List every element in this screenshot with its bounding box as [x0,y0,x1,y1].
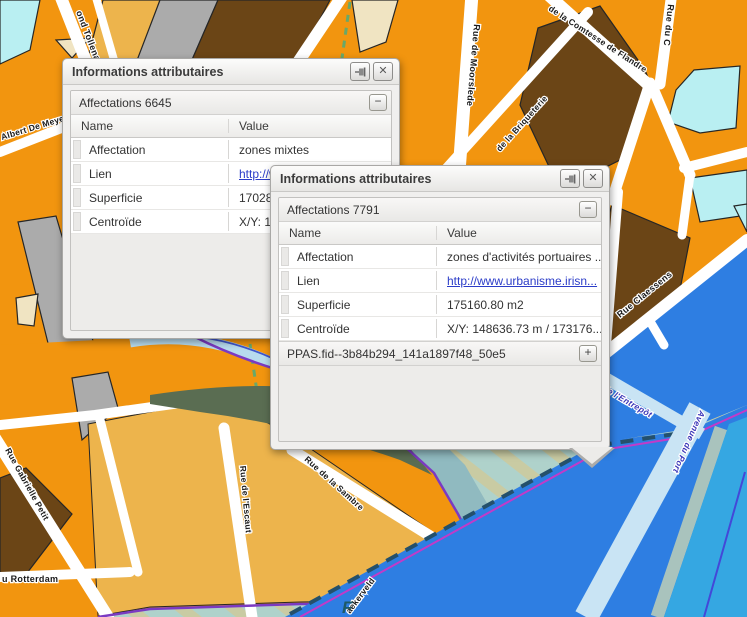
attr-value: 175160.80 m2 [437,298,601,312]
row-indicator [73,140,81,159]
table-row: Affectation zones mixtes [71,138,391,162]
pin-button[interactable] [350,62,370,81]
attr-name: Affectation [297,250,353,264]
row-indicator [73,164,81,183]
zone-beige [16,294,38,326]
attr-value: zones d'activités portuaires ... [437,250,601,264]
close-button[interactable]: ✕ [583,169,603,188]
pin-icon [354,66,366,78]
table-row: Centroïde X/Y: 148636.73 m / 173176... [279,317,601,341]
collapse-button[interactable]: − [579,201,597,218]
row-indicator [73,188,81,207]
accordion-header-ppas[interactable]: PPAS.fid--3b84b294_141a1897f48_50e5 + [279,341,601,366]
column-header-name: Name [279,226,437,240]
collapse-icon: − [374,94,381,108]
collapse-icon: − [584,201,591,215]
accordion-title: Affectations 7791 [287,203,380,217]
attributes-panel: Affectations 7791 − Name Value Affectati… [278,197,602,442]
attr-value-link[interactable]: http://www.urbanisme.irisn... [437,274,601,288]
accordion-title: Affectations 6645 [79,96,172,110]
collapse-button[interactable]: − [369,94,387,111]
close-icon: ✕ [588,173,597,184]
table-row: Affectation zones d'activités portuaires… [279,245,601,269]
column-header-name: Name [71,119,229,133]
place-label-partial: F [342,598,353,617]
table-header-row: Name Value [279,222,601,245]
attr-name: Lien [89,167,112,181]
window-title: Informations attributaires [72,65,347,79]
window-titlebar[interactable]: Informations attributaires ✕ [63,59,399,85]
attribute-info-window-2: Informations attributaires ✕ Affectation… [270,165,610,450]
accordion-header-affectations[interactable]: Affectations 6645 − [71,91,391,115]
attr-name: Lien [297,274,320,288]
attr-name: Centroïde [297,322,350,336]
accordion-title: PPAS.fid--3b84b294_141a1897f48_50e5 [287,347,506,361]
expand-button[interactable]: + [579,345,597,362]
street-label: u Rotterdam [2,574,58,584]
column-header-value: Value [229,119,391,133]
attr-name: Centroïde [89,215,142,229]
pin-button[interactable] [560,169,580,188]
table-row: Lien http://www.urbanisme.irisn... [279,269,601,293]
row-indicator [281,271,289,290]
gis-application: ond Tollenaere Avenue Richard Albert De … [0,0,747,617]
close-button[interactable]: ✕ [373,62,393,81]
table-row: Superficie 175160.80 m2 [279,293,601,317]
pin-icon [564,173,576,185]
attr-name: Affectation [89,143,145,157]
row-indicator [73,212,81,231]
attr-name: Superficie [89,191,142,205]
row-indicator [281,247,289,266]
expand-icon: + [584,345,591,359]
attr-value: X/Y: 148636.73 m / 173176... [437,322,601,336]
close-icon: ✕ [378,66,387,77]
window-title: Informations attributaires [280,172,557,186]
row-indicator [281,295,289,314]
popup-anchor-pointer [569,449,615,469]
row-indicator [281,319,289,338]
window-titlebar[interactable]: Informations attributaires ✕ [271,166,609,192]
column-header-value: Value [437,226,601,240]
accordion-header-affectations[interactable]: Affectations 7791 − [279,198,601,222]
attribute-table: Name Value Affectation zones d'activités… [279,222,601,341]
attr-name: Superficie [297,298,350,312]
table-header-row: Name Value [71,115,391,138]
attr-value: zones mixtes [229,143,391,157]
